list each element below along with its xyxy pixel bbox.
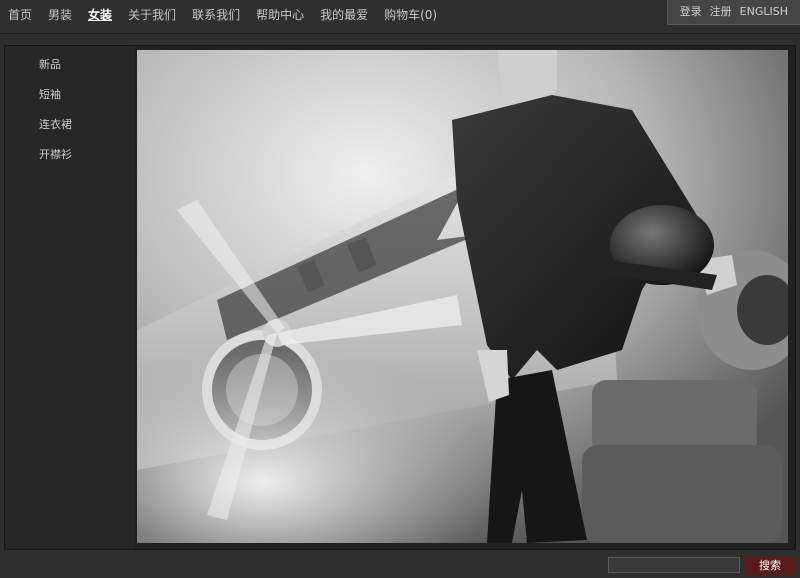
nav-item-cart[interactable]: 购物车(0) [376, 0, 445, 30]
search-input[interactable] [608, 557, 740, 573]
login-link[interactable]: 登录 [676, 0, 706, 24]
content-frame: 新品 短袖 连衣裙 开襟衫 [4, 45, 796, 550]
register-link[interactable]: 注册 [706, 0, 736, 24]
sidebar-item-cardigans[interactable]: 开襟衫 [5, 140, 135, 170]
language-link[interactable]: ENGLISH [736, 0, 792, 24]
nav-item-about[interactable]: 关于我们 [120, 0, 184, 30]
user-bar: 登录 注册 ENGLISH [666, 0, 800, 25]
sidebar-item-short-sleeve[interactable]: 短袖 [5, 80, 135, 110]
nav-item-favorites[interactable]: 我的最爱 [312, 0, 376, 30]
category-sidebar: 新品 短袖 连衣裙 开襟衫 [5, 46, 135, 549]
search-button[interactable]: 搜索 [745, 556, 795, 574]
hero-image [137, 50, 788, 543]
sidebar-item-dresses[interactable]: 连衣裙 [5, 110, 135, 140]
main-nav: 首页 男装 女装 关于我们 联系我们 帮助中心 我的最爱 购物车(0) [0, 0, 445, 30]
hero-photo-illustration [137, 50, 788, 543]
nav-item-help[interactable]: 帮助中心 [248, 0, 312, 30]
top-navigation-bar: 首页 男装 女装 关于我们 联系我们 帮助中心 我的最爱 购物车(0) 登录 注… [0, 0, 800, 34]
nav-item-women[interactable]: 女装 [80, 0, 120, 30]
sidebar-item-new[interactable]: 新品 [5, 50, 135, 80]
nav-item-men[interactable]: 男装 [40, 0, 80, 30]
nav-item-home[interactable]: 首页 [0, 0, 40, 30]
nav-item-contact[interactable]: 联系我们 [184, 0, 248, 30]
